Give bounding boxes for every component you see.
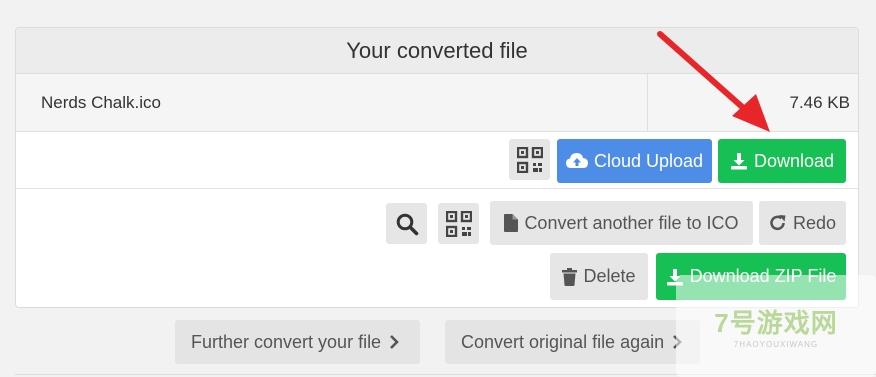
qr-code-icon [445,210,472,237]
card-title: Your converted file [16,28,858,74]
convert-another-button[interactable]: Convert another file to ICO [490,201,753,245]
redo-label: Redo [792,212,837,233]
converted-file-card: Your converted file Nerds Chalk.ico 7.46… [15,27,859,308]
download-button[interactable]: Download [718,139,846,183]
watermark-sub-text: 7HAOYOUXIWANG [733,340,819,349]
redo-icon [770,215,786,231]
watermark: 7号游戏网 7HAOYOUXIWANG [676,275,876,377]
cloud-upload-icon [565,153,588,168]
cloud-upload-label: Cloud Upload [593,150,704,171]
chevron-right-icon [390,335,399,349]
row-divider [16,188,858,189]
file-icon [504,214,519,232]
convert-original-button[interactable]: Convert original file again [445,320,700,364]
redo-button[interactable]: Redo [759,201,846,245]
qr-code-icon [516,146,543,173]
file-name: Nerds Chalk.ico [41,92,161,112]
convert-original-label: Convert original file again [461,331,665,352]
delete-label: Delete [583,266,636,286]
further-convert-label: Further convert your file [191,331,382,352]
download-icon [730,153,747,170]
file-size: 7.46 KB [647,74,858,131]
search-button[interactable] [386,203,427,244]
further-convert-button[interactable]: Further convert your file [175,320,420,364]
convert-another-label: Convert another file to ICO [524,212,739,233]
qr-code-button-2[interactable] [438,203,479,244]
cloud-upload-button[interactable]: Cloud Upload [557,139,712,183]
file-row: Nerds Chalk.ico 7.46 KB [16,74,858,132]
search-icon [396,213,418,235]
delete-button[interactable]: Delete [550,253,648,300]
watermark-logo-text: 7号游戏网 [714,308,838,338]
download-label: Download [753,150,835,171]
qr-code-button[interactable] [509,139,550,180]
trash-icon [562,267,578,286]
